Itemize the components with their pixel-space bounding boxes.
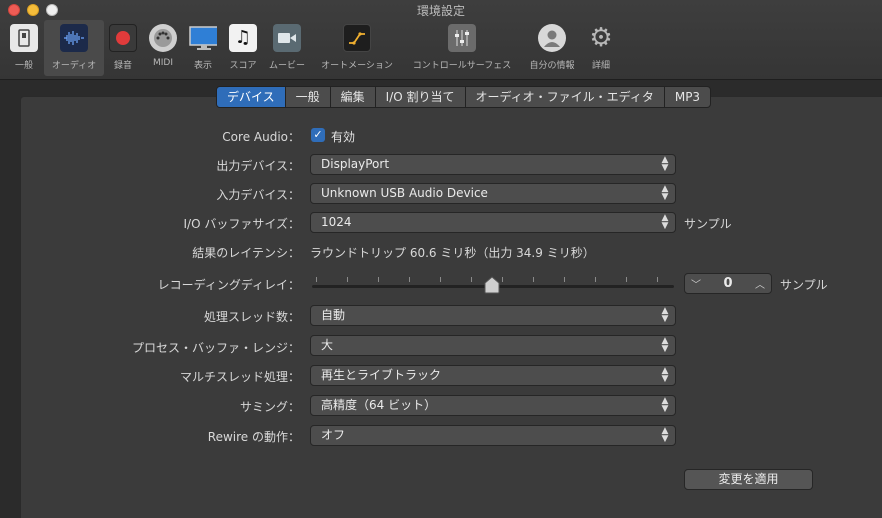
- toolbar-audio[interactable]: オーディオ: [44, 20, 104, 76]
- midi-connector-icon: [149, 24, 177, 52]
- toolbar-advanced[interactable]: ⚙ 詳細: [584, 20, 618, 76]
- chevron-up-icon[interactable]: ︿: [755, 276, 765, 291]
- slider-tick: [316, 277, 317, 282]
- tab-editing[interactable]: 編集: [331, 87, 376, 107]
- apply-changes-button[interactable]: 変更を適用: [684, 469, 813, 490]
- select-arrows-icon: ▲ ▼: [661, 396, 669, 414]
- toolbar-score[interactable]: ♫ スコア: [226, 20, 260, 76]
- score-notes-icon: ♫: [229, 24, 257, 52]
- tab-io-assignments[interactable]: I/O 割り当て: [376, 87, 466, 107]
- buffer-unit-label: サンプル: [684, 217, 732, 231]
- tab-bar: デバイス 一般 編集 I/O 割り当て オーディオ・ファイル・エディタ MP3: [216, 86, 712, 108]
- select-arrows-icon: ▲ ▼: [661, 336, 669, 354]
- toolbar-automation[interactable]: オートメーション: [316, 20, 398, 76]
- select-arrows-icon: ▲ ▼: [661, 184, 669, 202]
- slider-tick: [657, 277, 658, 282]
- slider-tick: [347, 277, 348, 282]
- tab-general[interactable]: 一般: [286, 87, 331, 107]
- input-device-label: 入力デバイス：: [216, 188, 300, 202]
- slider-tick: [409, 277, 410, 282]
- slider-tick: [378, 277, 379, 282]
- tab-devices[interactable]: デバイス: [217, 87, 286, 107]
- recording-delay-stepper[interactable]: ﹀ 0 ︿: [684, 273, 772, 294]
- buffer-size-select[interactable]: 1024 ▲ ▼: [310, 212, 676, 233]
- multithreading-select[interactable]: 再生とライブトラック ▲ ▼: [310, 365, 676, 386]
- slider-tick: [533, 277, 534, 282]
- processing-threads-label: 処理スレッド数：: [203, 310, 300, 324]
- summing-label: サミング：: [239, 400, 300, 414]
- slider-tick: [440, 277, 441, 282]
- tab-mp3[interactable]: MP3: [665, 87, 710, 107]
- slider-tick: [564, 277, 565, 282]
- audio-waveform-icon: [60, 24, 88, 52]
- toolbar-display[interactable]: 表示: [186, 20, 220, 76]
- input-device-select[interactable]: Unknown USB Audio Device ▲ ▼: [310, 183, 676, 204]
- automation-icon: [343, 24, 371, 52]
- core-audio-label: Core Audio：: [222, 130, 300, 144]
- toolbar-midi[interactable]: MIDI: [146, 20, 180, 76]
- display-monitor-icon: [189, 24, 217, 52]
- multithreading-label: マルチスレッド処理：: [179, 370, 300, 384]
- recording-delay-label: レコーディングディレイ：: [157, 278, 300, 292]
- slider-tick: [502, 277, 503, 282]
- slider-tick: [595, 277, 596, 282]
- latency-readout: ラウンドトリップ 60.6 ミリ秒（出力 34.9 ミリ秒）: [310, 246, 595, 260]
- select-arrows-icon: ▲ ▼: [661, 426, 669, 444]
- advanced-gear-icon: ⚙: [589, 23, 613, 53]
- output-device-select[interactable]: DisplayPort ▲ ▼: [310, 154, 676, 175]
- process-buffer-range-select[interactable]: 大 ▲ ▼: [310, 335, 676, 356]
- recording-delay-slider-knob[interactable]: [484, 276, 500, 294]
- output-device-label: 出力デバイス：: [216, 159, 300, 173]
- select-arrows-icon: ▲ ▼: [661, 155, 669, 173]
- control-surface-icon: [448, 24, 476, 52]
- toolbar-control-surfaces[interactable]: コントロールサーフェス: [404, 20, 520, 76]
- window-titlebar: 環境設定 一般 オーディオ 録音 MIDI 表示 ♫ スコア ムービー オートメ…: [0, 0, 882, 80]
- processing-threads-select[interactable]: 自動 ▲ ▼: [310, 305, 676, 326]
- tab-audio-file-editor[interactable]: オーディオ・ファイル・エディタ: [466, 87, 665, 107]
- summing-select[interactable]: 高精度（64 ビット） ▲ ▼: [310, 395, 676, 416]
- toolbar-my-info[interactable]: 自分の情報: [524, 20, 580, 76]
- slider-tick: [626, 277, 627, 282]
- window-title: 環境設定: [416, 4, 465, 18]
- toolbar-record[interactable]: 録音: [106, 20, 140, 76]
- select-arrows-icon: ▲ ▼: [661, 306, 669, 324]
- general-switch-icon: [10, 24, 38, 52]
- latency-label: 結果のレイテンシ：: [192, 246, 300, 260]
- rewire-behavior-select[interactable]: オフ ▲ ▼: [310, 425, 676, 446]
- core-audio-checkbox-label[interactable]: 有効: [331, 128, 355, 145]
- record-icon: [109, 24, 137, 52]
- core-audio-checkbox[interactable]: ✓: [311, 128, 325, 142]
- recording-delay-unit-label: サンプル: [780, 278, 828, 292]
- select-arrows-icon: ▲ ▼: [661, 366, 669, 384]
- rewire-behavior-label: Rewire の動作：: [207, 430, 300, 444]
- process-buffer-range-label: プロセス・バッファ・レンジ：: [131, 341, 300, 355]
- toolbar-general[interactable]: 一般: [6, 20, 42, 76]
- buffer-size-label: I/O バッファサイズ：: [183, 217, 300, 231]
- movie-camera-icon: [273, 24, 301, 52]
- toolbar-movie[interactable]: ムービー: [264, 20, 310, 76]
- slider-tick: [471, 277, 472, 282]
- user-info-icon: [538, 24, 566, 52]
- select-arrows-icon: ▲ ▼: [661, 213, 669, 231]
